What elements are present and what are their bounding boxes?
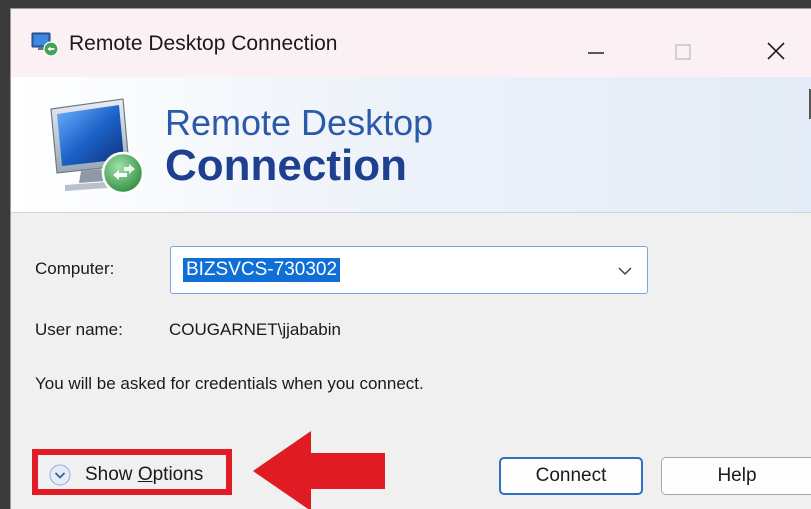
- rdc-window: Remote Desktop Connection Remote Desktop…: [10, 8, 811, 509]
- close-button[interactable]: [744, 19, 808, 75]
- maximize-button[interactable]: [649, 19, 713, 75]
- credentials-info-text: You will be asked for credentials when y…: [35, 374, 424, 393]
- computer-combobox[interactable]: BIZSVCS-730302: [170, 246, 648, 294]
- computer-input[interactable]: BIZSVCS-730302: [183, 258, 341, 282]
- connect-button[interactable]: Connect: [499, 457, 643, 495]
- username-label: User name:: [35, 320, 123, 339]
- close-icon: [767, 42, 785, 60]
- username-value: COUGARNET\jjababin: [169, 320, 341, 339]
- banner: Remote Desktop Connection: [11, 77, 811, 213]
- annotation-arrow-icon: [253, 431, 385, 509]
- window-title: Remote Desktop Connection: [69, 32, 338, 55]
- rdc-monitor-icon: [50, 98, 145, 195]
- accelerator-key: O: [137, 464, 153, 485]
- expand-circle-icon: [49, 464, 71, 486]
- banner-title-line2: Connection: [165, 141, 407, 190]
- title-bar[interactable]: Remote Desktop Connection: [11, 9, 811, 77]
- minimize-button[interactable]: [564, 19, 628, 75]
- rdc-app-icon: [31, 32, 59, 57]
- banner-title-line1: Remote Desktop: [165, 102, 434, 143]
- computer-label: Computer:: [35, 259, 115, 278]
- chevron-down-icon[interactable]: [617, 263, 633, 279]
- show-options-button[interactable]: Show Options: [41, 454, 226, 494]
- maximize-icon: [675, 44, 691, 60]
- help-button[interactable]: Help: [661, 457, 811, 495]
- show-options-label: Show Options: [85, 464, 204, 485]
